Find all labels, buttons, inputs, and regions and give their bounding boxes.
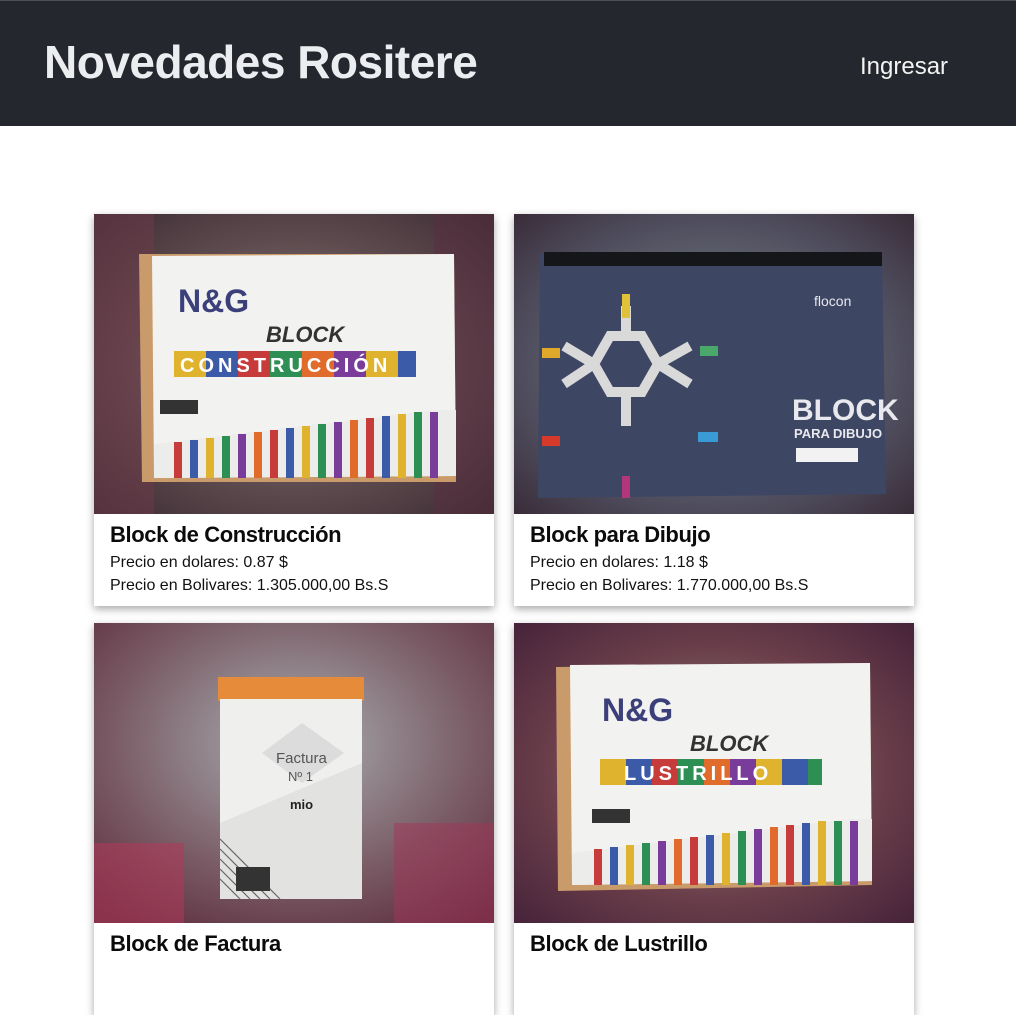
product-card[interactable]: N&G BLOCK CONSTRUCCIÓN Block de Construc… [94,214,494,606]
site-title[interactable]: Novedades Rositere [44,35,478,89]
price-usd: Precio en dolares: 1.18 $ [530,554,708,571]
product-image-line1: BLOCK [792,394,899,427]
product-card[interactable]: Factura Nº 1 mio Block de Factura [94,623,494,1015]
product-name[interactable]: Block de Factura [110,931,281,957]
product-card[interactable]: N&G BLOCK LUSTRILLO Block de Lustrillo [514,623,914,1015]
product-brand: N&G [178,283,249,319]
site-header: Novedades Rositere Ingresar [0,0,1016,126]
product-name[interactable]: Block de Lustrillo [530,931,708,957]
price-bs: Precio en Bolivares: 1.770.000,00 Bs.S [530,577,809,594]
price-bs: Precio en Bolivares: 1.305.000,00 Bs.S [110,577,389,594]
product-image-line2: CONSTRUCCIÓN [180,353,391,377]
product-image[interactable]: flocon BLOCK PARA DIBUJO [514,214,914,514]
product-image-line2: PARA DIBUJO [794,426,882,441]
product-image[interactable]: N&G BLOCK LUSTRILLO [514,623,914,923]
product-image-line1: BLOCK [266,322,346,347]
product-brand: flocon [814,293,851,309]
product-image[interactable]: Factura Nº 1 mio [94,623,494,923]
product-name[interactable]: Block de Construcción [110,522,342,548]
product-brand: N&G [602,692,673,728]
product-name[interactable]: Block para Dibujo [530,522,711,548]
price-usd: Precio en dolares: 0.87 $ [110,554,288,571]
product-brand: mio [290,797,313,812]
product-image-line2: LUSTRILLO [624,763,772,785]
product-image[interactable]: N&G BLOCK CONSTRUCCIÓN [94,214,494,514]
product-image-line1: BLOCK [690,731,770,756]
login-link[interactable]: Ingresar [860,53,948,81]
product-image-line2: Nº 1 [288,769,313,784]
product-image-line1: Factura [276,750,328,767]
product-card[interactable]: flocon BLOCK PARA DIBUJO Block para Dibu… [514,214,914,606]
